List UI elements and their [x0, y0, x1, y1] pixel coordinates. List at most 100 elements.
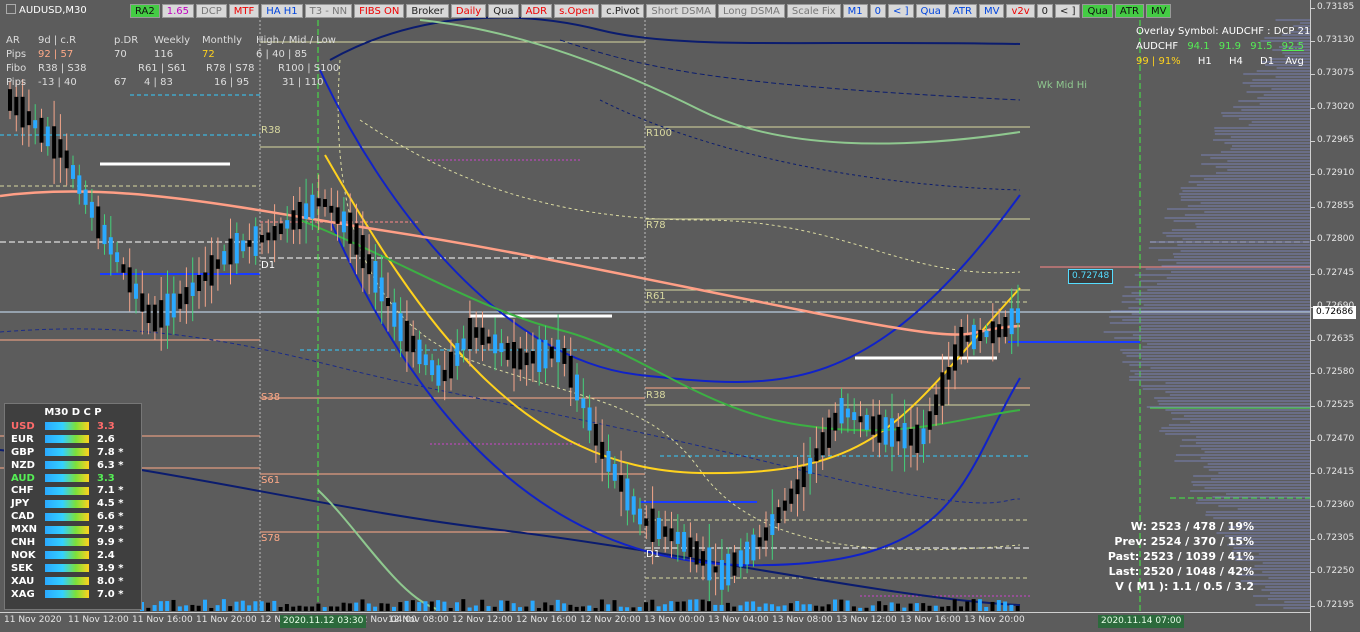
toolbar-button[interactable]: Qua: [915, 4, 946, 18]
toolbar-button[interactable]: Qua: [1082, 4, 1113, 18]
volume-bar: [757, 606, 762, 611]
volume-bar: [442, 601, 447, 611]
candle-body: [915, 424, 920, 453]
toolbar-button[interactable]: Qua: [488, 4, 519, 18]
price-tick: 0.72800: [1310, 234, 1355, 245]
dcp-row: JPY 4.5 *: [5, 497, 141, 510]
toolbar-button[interactable]: ATR: [947, 4, 977, 18]
volume-bar: [719, 604, 724, 611]
toolbar-button[interactable]: 0: [869, 4, 887, 18]
fib-label-r100: R100: [646, 128, 673, 139]
volume-bar: [959, 606, 963, 611]
toolbar-button[interactable]: ATR: [1114, 4, 1144, 18]
dcp-currency: CHF: [11, 485, 34, 497]
stats-cell: 70: [114, 49, 127, 60]
stats-cell: 4 | 83: [144, 77, 173, 88]
candle-body: [127, 267, 132, 293]
dcp-value: 7.0 *: [97, 588, 124, 600]
stats-cell: Pips: [6, 77, 27, 88]
toolbar-button[interactable]: v2v: [1006, 4, 1035, 18]
chart-area[interactable]: AUDUSD,M30 RA2 1.65 DCP MTF HA H1 T3 - NN FIBS…: [0, 0, 1310, 612]
price-tick: 0.72855: [1310, 201, 1355, 212]
volume-bar: [927, 605, 932, 611]
toolbar-button[interactable]: < ]: [1055, 4, 1081, 18]
toolbar-button[interactable]: Scale Fix: [786, 4, 841, 18]
volume-bar: [366, 603, 371, 611]
volume-bar: [574, 606, 579, 611]
toolbar-button[interactable]: RA2: [130, 4, 160, 18]
level-price-badge: 0.72748: [1068, 269, 1114, 284]
candle-body: [656, 517, 661, 540]
volume-bar: [291, 606, 296, 611]
toolbar-button[interactable]: c.Pivot: [601, 4, 645, 18]
fib-levels: [0, 41, 1310, 597]
price-axis[interactable]: 0.73185 0.73130 0.73075 0.73020 0.72965 0.729…: [1310, 0, 1360, 631]
candle-body: [827, 417, 831, 448]
candle-body: [108, 237, 113, 255]
volume-bar: [725, 602, 730, 611]
toolbar-button[interactable]: Daily: [450, 4, 487, 18]
week-stat-line: W: 2523 / 478 / 19%: [1130, 520, 1254, 533]
candle-body: [965, 335, 970, 342]
toolbar-button[interactable]: 1.65: [161, 4, 195, 18]
volume-bar: [152, 605, 157, 611]
toolbar-button[interactable]: MV: [978, 4, 1005, 18]
candle-body: [921, 428, 926, 445]
candle-body: [820, 432, 825, 456]
symbol-box-icon: [6, 4, 16, 14]
volume-bar: [354, 602, 359, 611]
toolbar-button[interactable]: s.Open: [554, 4, 600, 18]
volume-bar: [158, 601, 163, 611]
volume-bar: [499, 600, 504, 611]
candle-body: [411, 335, 416, 353]
toolbar-button[interactable]: HA H1: [261, 4, 303, 18]
overlay-title: Overlay Symbol: AUDCHF : DCP 21: [1136, 26, 1310, 37]
dcp-row: CNH 9.9 *: [5, 536, 141, 549]
candle-body: [209, 255, 214, 286]
overlay-tf: H1: [1197, 56, 1212, 67]
time-tick: 13 Nov 04:00: [708, 615, 769, 625]
toolbar-button[interactable]: MTF: [228, 4, 260, 18]
volume-bar: [379, 603, 384, 611]
time-axis[interactable]: 11 Nov 2020 11 Nov 12:00 11 Nov 16:00 11 No…: [0, 612, 1310, 632]
volume-bar: [266, 602, 270, 611]
toolbar-button[interactable]: < ]: [888, 4, 914, 18]
dcp-strength-bar: [45, 499, 89, 508]
overlay-panel: Overlay Symbol: AUDCHF : DCP 21 AUDCHF 9…: [1136, 24, 1310, 69]
volume-bar: [795, 600, 800, 611]
stats-cell: 67: [114, 77, 127, 88]
volume-bar: [284, 604, 289, 611]
candle-body: [908, 428, 913, 446]
toolbar-button[interactable]: ADR: [520, 4, 553, 18]
toolbar-button[interactable]: DCP: [196, 4, 227, 18]
toolbar-button[interactable]: 0: [1036, 4, 1054, 18]
candle-body: [512, 342, 516, 369]
candle-body: [379, 277, 384, 302]
candle-body: [165, 293, 170, 326]
candle-body: [530, 351, 535, 364]
volume-bar: [203, 599, 207, 611]
price-tick: 0.73075: [1310, 68, 1355, 79]
toolbar-button[interactable]: MV: [1145, 4, 1172, 18]
candle-body: [757, 537, 762, 547]
candle-body: [45, 126, 50, 147]
candle-body: [392, 302, 397, 327]
candle-body: [549, 346, 554, 359]
toolbar-button[interactable]: T3 - NN: [304, 4, 353, 18]
toolbar-button[interactable]: Long DSMA: [717, 4, 785, 18]
toolbar-button[interactable]: Broker: [406, 4, 449, 18]
volume-bar: [688, 599, 693, 611]
overlay-value: 92.5: [1281, 41, 1304, 52]
dcp-row: XAG 7.0 *: [5, 588, 141, 601]
toolbar-button[interactable]: Short DSMA: [646, 4, 716, 18]
volume-bar: [272, 600, 277, 611]
time-tick: 11 Nov 16:00: [132, 615, 193, 625]
dcp-row: NOK 2.4: [5, 549, 141, 562]
dcp-strength-bar: [45, 435, 89, 444]
toolbar-button[interactable]: M1: [842, 4, 868, 18]
candle-body: [701, 551, 705, 566]
dcp-currency: CAD: [11, 511, 35, 523]
candle-body: [776, 507, 781, 524]
toolbar-button[interactable]: FIBS ON: [354, 4, 405, 18]
stats-cell: 6 | 40 | 85: [256, 49, 308, 60]
